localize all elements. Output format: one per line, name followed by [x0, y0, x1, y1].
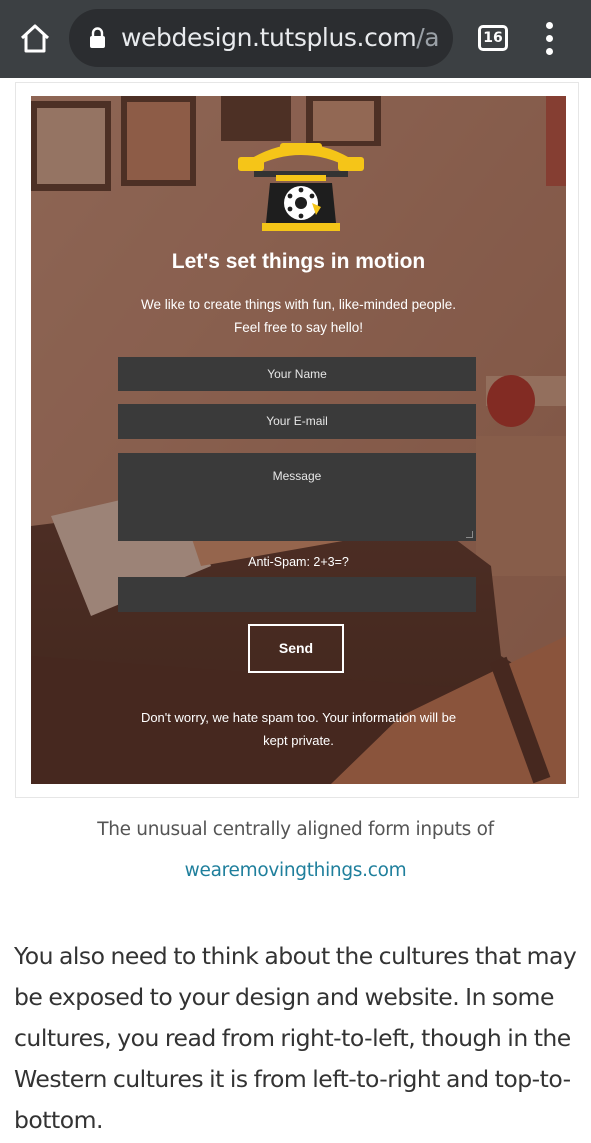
home-icon[interactable]: [18, 22, 52, 56]
form-heading: Let's set things in motion: [171, 250, 426, 273]
send-button[interactable]: Send: [248, 624, 344, 673]
antispam-label: Anti-Spam: 2+3=?: [248, 555, 349, 569]
figure-caption: The unusual centrally aligned form input…: [97, 819, 494, 840]
article-paragraph: You also need to think about the culture…: [14, 942, 577, 1134]
antispam-input[interactable]: [118, 577, 476, 612]
tab-switcher-icon[interactable]: 16: [478, 25, 508, 51]
form-subtitle-line2: Feel free to say hello!: [233, 320, 364, 335]
form-footer-line1: Don't worry, we hate spam too. Your info…: [140, 710, 457, 725]
message-textarea[interactable]: Message: [118, 453, 476, 541]
tab-count: 16: [483, 30, 503, 46]
form-footer-note: Don't worry, we hate spam too. Your info…: [111, 706, 486, 752]
caption-link[interactable]: wearemovingthings.com: [0, 860, 591, 881]
browser-toolbar: webdesign.tutsplus.com/arti 16: [0, 0, 591, 78]
overflow-menu-icon[interactable]: [540, 22, 560, 56]
form-subtitle: We like to create things with fun, like-…: [91, 293, 506, 339]
url-host: webdesign.tutsplus.com: [121, 23, 417, 52]
url-path: /arti: [416, 23, 441, 52]
telephone-icon: [238, 143, 364, 231]
url-text[interactable]: webdesign.tutsplus.com/arti: [121, 9, 441, 67]
lock-icon: [90, 27, 105, 48]
address-bar[interactable]: webdesign.tutsplus.com/arti: [69, 9, 453, 67]
contact-form-screenshot: Let's set things in motion We like to cr…: [31, 96, 566, 784]
figure: Let's set things in motion We like to cr…: [15, 82, 579, 798]
email-input[interactable]: Your E-mail: [118, 404, 476, 439]
form-subtitle-line1: We like to create things with fun, like-…: [141, 297, 456, 312]
form-footer-line2: kept private.: [263, 733, 334, 748]
name-input[interactable]: Your Name: [118, 357, 476, 391]
